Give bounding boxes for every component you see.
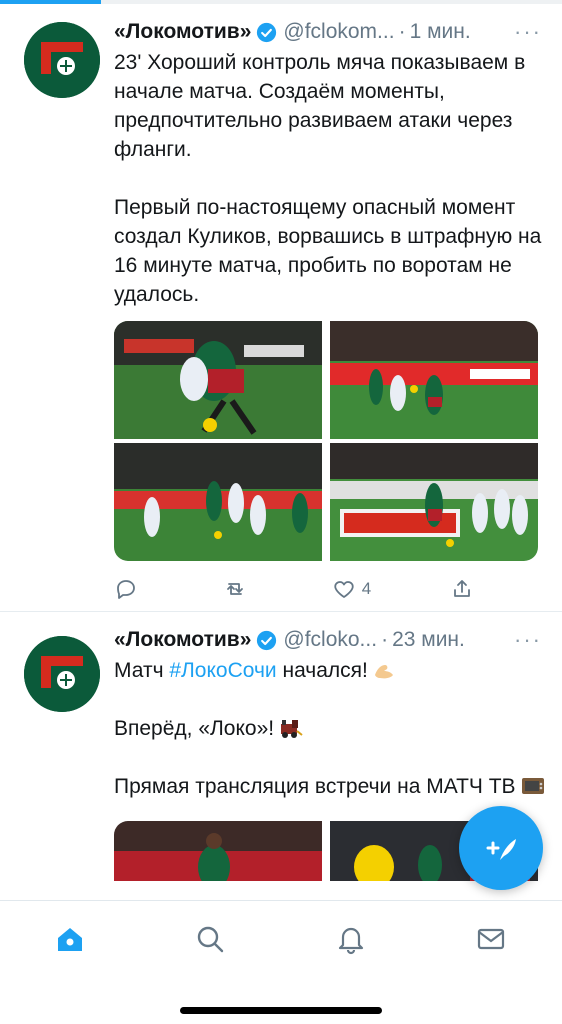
compose-tweet-icon [486, 839, 516, 860]
text-segment: Матч [114, 659, 170, 682]
separator-dot: · [381, 628, 389, 651]
tab-search[interactable] [190, 919, 230, 959]
reply-icon [117, 580, 135, 599]
television-emoji-icon [520, 775, 546, 797]
avatar[interactable] [24, 636, 100, 712]
verified-badge-icon [256, 630, 277, 651]
author-name[interactable]: «Локомотив» [114, 628, 251, 652]
tab-home[interactable] [50, 919, 90, 959]
heart-icon [334, 581, 354, 598]
text-segment: Вперёд, «Локо»! [114, 717, 275, 740]
share-button[interactable] [450, 577, 474, 601]
tweet-paragraph: 23' Хороший контроль мяча показываем в н… [114, 51, 526, 161]
text-segment: Прямая трансляция встречи на МАТЧ ТВ [114, 775, 516, 798]
photo[interactable] [114, 321, 322, 439]
verified-badge-icon [256, 22, 277, 43]
tweet[interactable]: «Локомотив» @fclokom... · 1 мин. ··· 23'… [0, 4, 562, 612]
home-icon [58, 928, 82, 951]
home-indicator [180, 1007, 382, 1014]
compose-tweet-button[interactable] [459, 806, 543, 890]
tweet-paragraph: Прямая трансляция встречи на МАТЧ ТВ [114, 772, 546, 801]
author-handle[interactable]: @fcloko... [283, 628, 377, 652]
like-count: 4 [361, 579, 372, 598]
search-icon [197, 926, 224, 953]
timeline-feed[interactable]: «Локомотив» @fclokom... · 1 мин. ··· 23'… [0, 4, 562, 900]
share-icon [454, 580, 470, 597]
tab-notifications[interactable] [331, 919, 371, 959]
lokomotiv-logo-icon [24, 636, 100, 712]
bottom-tab-bar [0, 900, 562, 1024]
text-segment: начался! [276, 659, 368, 682]
photo[interactable] [114, 443, 322, 561]
retweet-icon [226, 583, 243, 595]
tweet-text: 23' Хороший контроль мяча показываем в н… [114, 48, 546, 309]
mail-icon [477, 928, 505, 950]
separator-dot: · [398, 20, 406, 43]
author-name[interactable]: «Локомотив» [114, 20, 251, 44]
tweet-paragraph: Вперёд, «Локо»! [114, 714, 546, 743]
reply-button[interactable] [114, 577, 144, 601]
retweet-button[interactable] [223, 577, 253, 601]
tweet-paragraph: Первый по-настоящему опасный момент созд… [114, 196, 542, 306]
lokomotiv-logo-icon [24, 22, 100, 98]
tweet-timestamp[interactable]: 1 мин. [410, 20, 471, 44]
like-button[interactable]: 4 [332, 577, 371, 601]
tab-messages[interactable] [471, 919, 511, 959]
hashtag-link[interactable]: #ЛокоСочи [169, 659, 276, 682]
avatar[interactable] [24, 22, 100, 98]
flexed-bicep-emoji-icon [372, 659, 398, 681]
tweet-header: «Локомотив» @fclokom... · 1 мин. ··· [114, 16, 546, 48]
tweet-text: Матч #ЛокоСочи начался! Вперёд, «Локо»! … [114, 656, 546, 801]
author-handle[interactable]: @fclokom... [283, 20, 394, 44]
tweet-timestamp[interactable]: 23 мин. [392, 628, 465, 652]
locomotive-emoji-icon [278, 717, 304, 739]
photo[interactable] [330, 321, 538, 439]
bell-icon [338, 927, 364, 955]
tweet-header: «Локомотив» @fcloko... · 23 мин. ··· [114, 624, 546, 656]
more-options-icon[interactable]: ··· [514, 627, 546, 653]
photo[interactable] [114, 821, 322, 881]
tweet-actions: 4 [114, 564, 474, 614]
photo[interactable] [330, 443, 538, 561]
tweet-paragraph: Матч #ЛокоСочи начался! [114, 656, 546, 685]
media-grid[interactable] [114, 321, 538, 561]
more-options-icon[interactable]: ··· [514, 19, 546, 45]
